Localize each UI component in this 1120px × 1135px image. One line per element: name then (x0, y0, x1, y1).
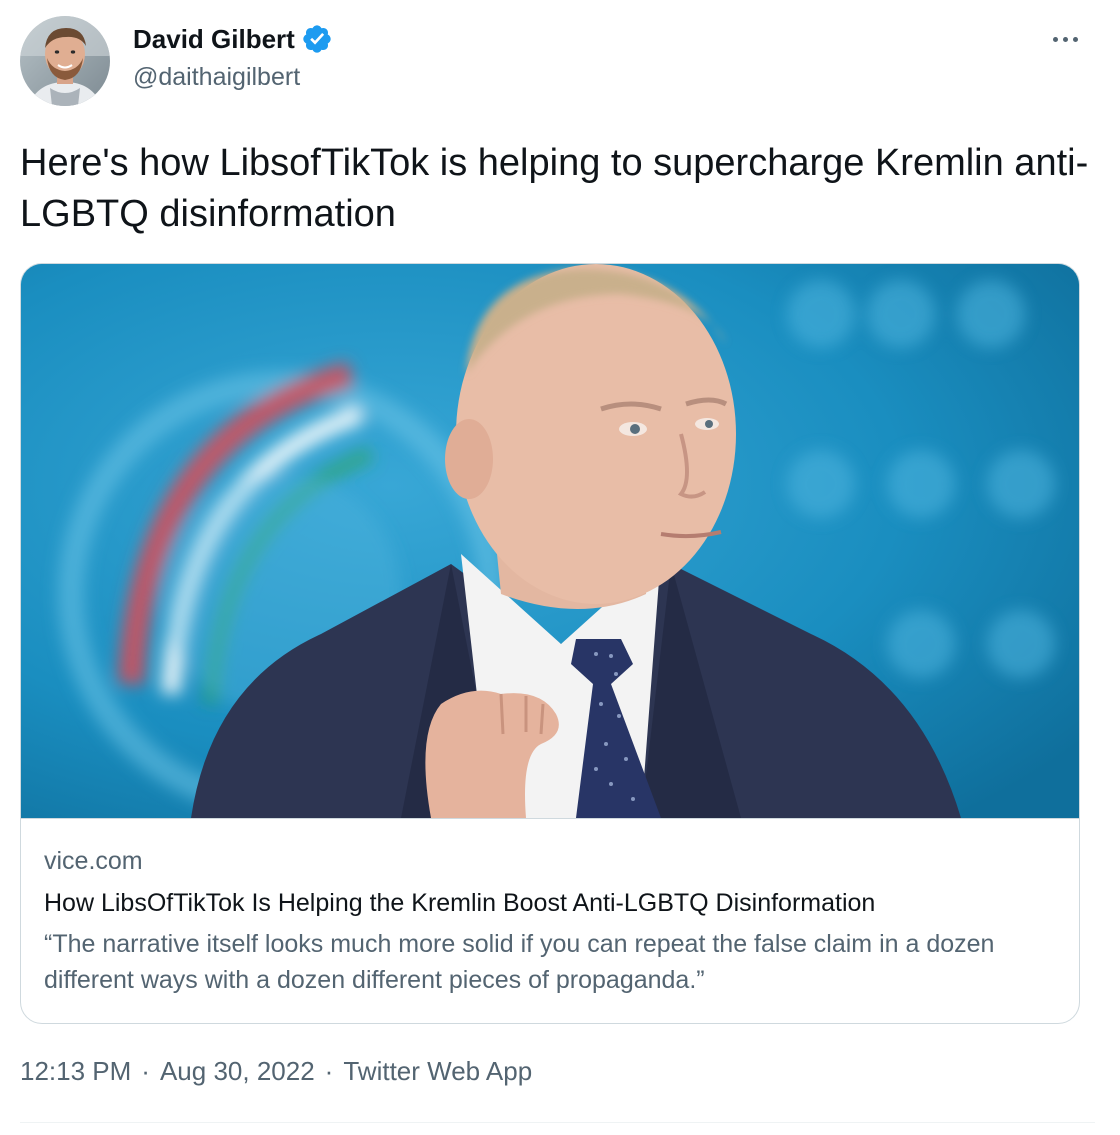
author-avatar[interactable] (20, 16, 110, 106)
card-divider (21, 818, 1079, 819)
tweet-metadata: 12:13 PM · Aug 30, 2022 · Twitter Web Ap… (20, 1053, 532, 1089)
meta-separator: · (141, 1056, 150, 1086)
card-image (21, 264, 1079, 818)
author-handle[interactable]: @daithaigilbert (133, 60, 300, 94)
more-horizontal-icon (1062, 36, 1068, 42)
card-description: “The narrative itself looks much more so… (44, 930, 995, 994)
author-name[interactable]: David Gilbert (133, 22, 295, 56)
tweet-time-link[interactable]: 12:13 PM (20, 1053, 131, 1089)
tweet-date-link[interactable]: Aug 30, 2022 (160, 1053, 315, 1089)
link-preview-card[interactable]: vice.com How LibsOfTikTok Is Helping the… (20, 263, 1080, 1024)
card-domain: vice.com (44, 847, 143, 875)
meta-separator: · (324, 1056, 334, 1086)
divider (20, 1122, 1095, 1123)
avatar-image (20, 16, 110, 106)
author-name-row[interactable]: David Gilbert (133, 22, 333, 56)
card-title[interactable]: How LibsOfTikTok Is Helping the Kremlin … (44, 885, 875, 921)
more-horizontal-icon (1072, 36, 1078, 42)
verified-badge-icon (301, 23, 333, 55)
more-horizontal-icon (1052, 36, 1058, 42)
tweet-text: Here's how LibsofTikTok is helping to su… (20, 142, 1089, 235)
tweet-source-link[interactable]: Twitter Web App (343, 1053, 532, 1089)
more-options-button[interactable] (1040, 24, 1090, 54)
